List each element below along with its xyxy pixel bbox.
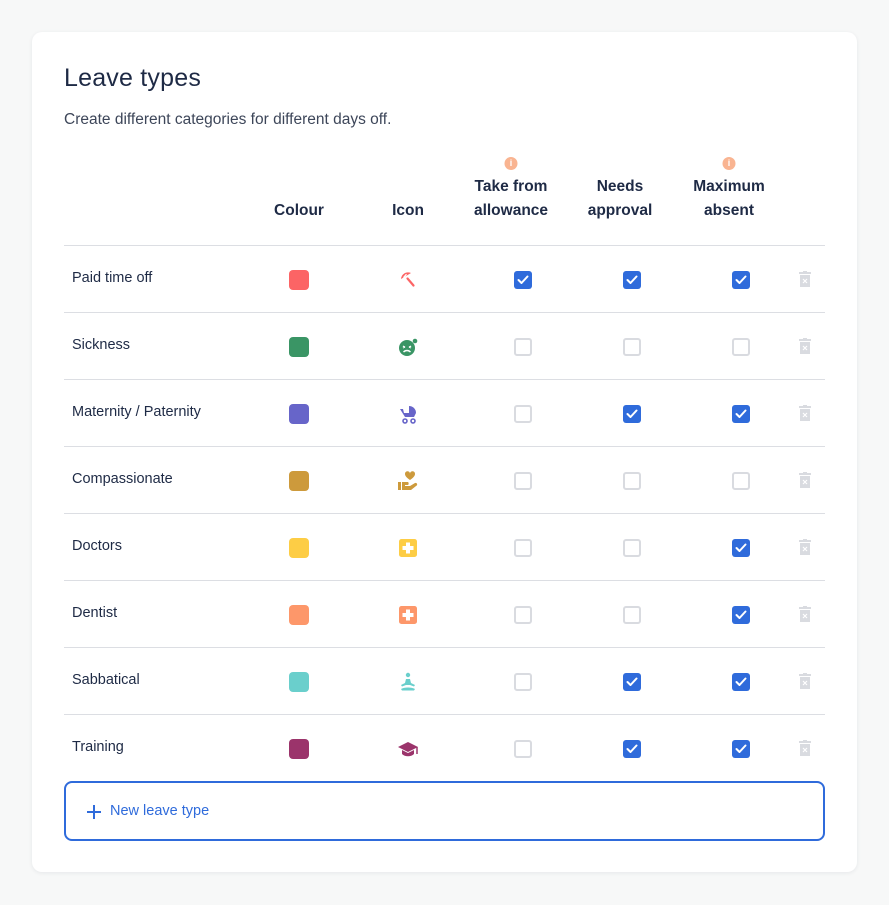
new-leave-type-button[interactable]: New leave type <box>64 781 825 841</box>
column-header-needs-approval: Needs approval <box>588 175 653 223</box>
baby-carriage-icon[interactable] <box>398 404 418 424</box>
checkbox-needs-approval[interactable] <box>623 472 641 490</box>
checkmark-icon <box>626 409 638 418</box>
header-line: Needs <box>596 178 644 195</box>
leave-types-table: Paid time off Sickness Maternity / Paterni… <box>64 245 825 781</box>
colour-swatch[interactable] <box>289 404 309 424</box>
trash-icon[interactable] <box>799 673 811 689</box>
colour-swatch[interactable] <box>289 538 309 558</box>
checkbox-maximum-absent[interactable] <box>732 673 750 691</box>
checkbox-maximum-absent[interactable] <box>732 338 750 356</box>
info-icon[interactable]: i <box>504 157 518 170</box>
leave-types-card: Leave types Create different categories … <box>32 32 857 872</box>
page-title: Leave types <box>64 64 202 92</box>
checkbox-take-from-allowance[interactable] <box>514 271 532 289</box>
checkmark-icon <box>735 275 747 284</box>
checkmark-icon <box>735 744 747 753</box>
info-icon[interactable]: i <box>722 157 736 170</box>
checkbox-take-from-allowance[interactable] <box>514 472 532 490</box>
leave-type-name[interactable]: Compassionate <box>72 471 173 487</box>
new-leave-type-label: New leave type <box>110 803 210 819</box>
checkbox-maximum-absent[interactable] <box>732 271 750 289</box>
checkmark-icon <box>626 677 638 686</box>
checkbox-needs-approval[interactable] <box>623 606 641 624</box>
leave-type-name[interactable]: Doctors <box>72 538 122 554</box>
header-line: Maximum <box>693 178 765 195</box>
leave-type-name[interactable]: Maternity / Paternity <box>72 404 201 420</box>
leave-type-name[interactable]: Paid time off <box>72 270 152 286</box>
colour-swatch[interactable] <box>289 739 309 759</box>
checkbox-maximum-absent[interactable] <box>732 472 750 490</box>
checkbox-needs-approval[interactable] <box>623 673 641 691</box>
colour-swatch[interactable] <box>289 605 309 625</box>
checkmark-icon <box>517 275 529 284</box>
checkbox-needs-approval[interactable] <box>623 405 641 423</box>
checkbox-maximum-absent[interactable] <box>732 740 750 758</box>
trash-icon[interactable] <box>799 539 811 555</box>
column-header-maximum-absent: Maximum absent <box>693 175 765 223</box>
header-line: approval <box>587 202 653 219</box>
meditation-icon[interactable] <box>398 672 418 692</box>
table-row: Compassionate <box>64 446 825 513</box>
checkbox-take-from-allowance[interactable] <box>514 338 532 356</box>
checkbox-needs-approval[interactable] <box>623 740 641 758</box>
colour-swatch[interactable] <box>289 270 309 290</box>
header-line: allowance <box>473 202 549 219</box>
checkbox-needs-approval[interactable] <box>623 338 641 356</box>
trash-icon[interactable] <box>799 740 811 756</box>
checkbox-maximum-absent[interactable] <box>732 606 750 624</box>
checkbox-maximum-absent[interactable] <box>732 405 750 423</box>
checkbox-take-from-allowance[interactable] <box>514 606 532 624</box>
checkbox-take-from-allowance[interactable] <box>514 539 532 557</box>
trash-icon[interactable] <box>799 472 811 488</box>
leave-type-name[interactable]: Sabbatical <box>72 672 140 688</box>
header-line: absent <box>704 202 754 219</box>
trash-icon[interactable] <box>799 271 811 287</box>
checkmark-icon <box>626 744 638 753</box>
table-row: Maternity / Paternity <box>64 379 825 446</box>
table-row: Sickness <box>64 312 825 379</box>
checkmark-icon <box>735 677 747 686</box>
colour-swatch[interactable] <box>289 471 309 491</box>
checkbox-maximum-absent[interactable] <box>732 539 750 557</box>
trash-icon[interactable] <box>799 405 811 421</box>
table-row: Sabbatical <box>64 647 825 714</box>
plus-icon <box>87 805 101 819</box>
checkmark-icon <box>735 543 747 552</box>
column-header-take-from-allowance: Take from allowance <box>474 175 548 223</box>
table-row: Dentist <box>64 580 825 647</box>
column-header-colour: Colour <box>274 202 324 219</box>
leave-type-name[interactable]: Sickness <box>72 337 130 353</box>
page-subtitle: Create different categories for differen… <box>64 111 392 128</box>
leave-type-name[interactable]: Training <box>72 739 124 755</box>
colour-swatch[interactable] <box>289 672 309 692</box>
checkmark-icon <box>626 275 638 284</box>
colour-swatch[interactable] <box>289 337 309 357</box>
table-row: Training <box>64 714 825 781</box>
table-row: Paid time off <box>64 245 825 312</box>
medical-plus-icon[interactable] <box>398 538 418 558</box>
trash-icon[interactable] <box>799 606 811 622</box>
umbrella-beach-icon[interactable] <box>398 270 418 290</box>
medical-plus-icon[interactable] <box>398 605 418 625</box>
leave-type-name[interactable]: Dentist <box>72 605 117 621</box>
graduation-cap-icon[interactable] <box>398 739 418 759</box>
checkbox-needs-approval[interactable] <box>623 539 641 557</box>
checkbox-take-from-allowance[interactable] <box>514 405 532 423</box>
checkmark-icon <box>735 610 747 619</box>
checkmark-icon <box>735 409 747 418</box>
table-row: Doctors <box>64 513 825 580</box>
checkbox-needs-approval[interactable] <box>623 271 641 289</box>
header-line: Take from <box>474 178 548 195</box>
hand-holding-heart-icon[interactable] <box>398 471 418 491</box>
sick-face-icon[interactable] <box>398 337 418 357</box>
table-header: Colour Icon i Take from allowance Needs … <box>64 150 825 245</box>
column-header-icon: Icon <box>392 202 424 219</box>
checkbox-take-from-allowance[interactable] <box>514 673 532 691</box>
trash-icon[interactable] <box>799 338 811 354</box>
checkbox-take-from-allowance[interactable] <box>514 740 532 758</box>
